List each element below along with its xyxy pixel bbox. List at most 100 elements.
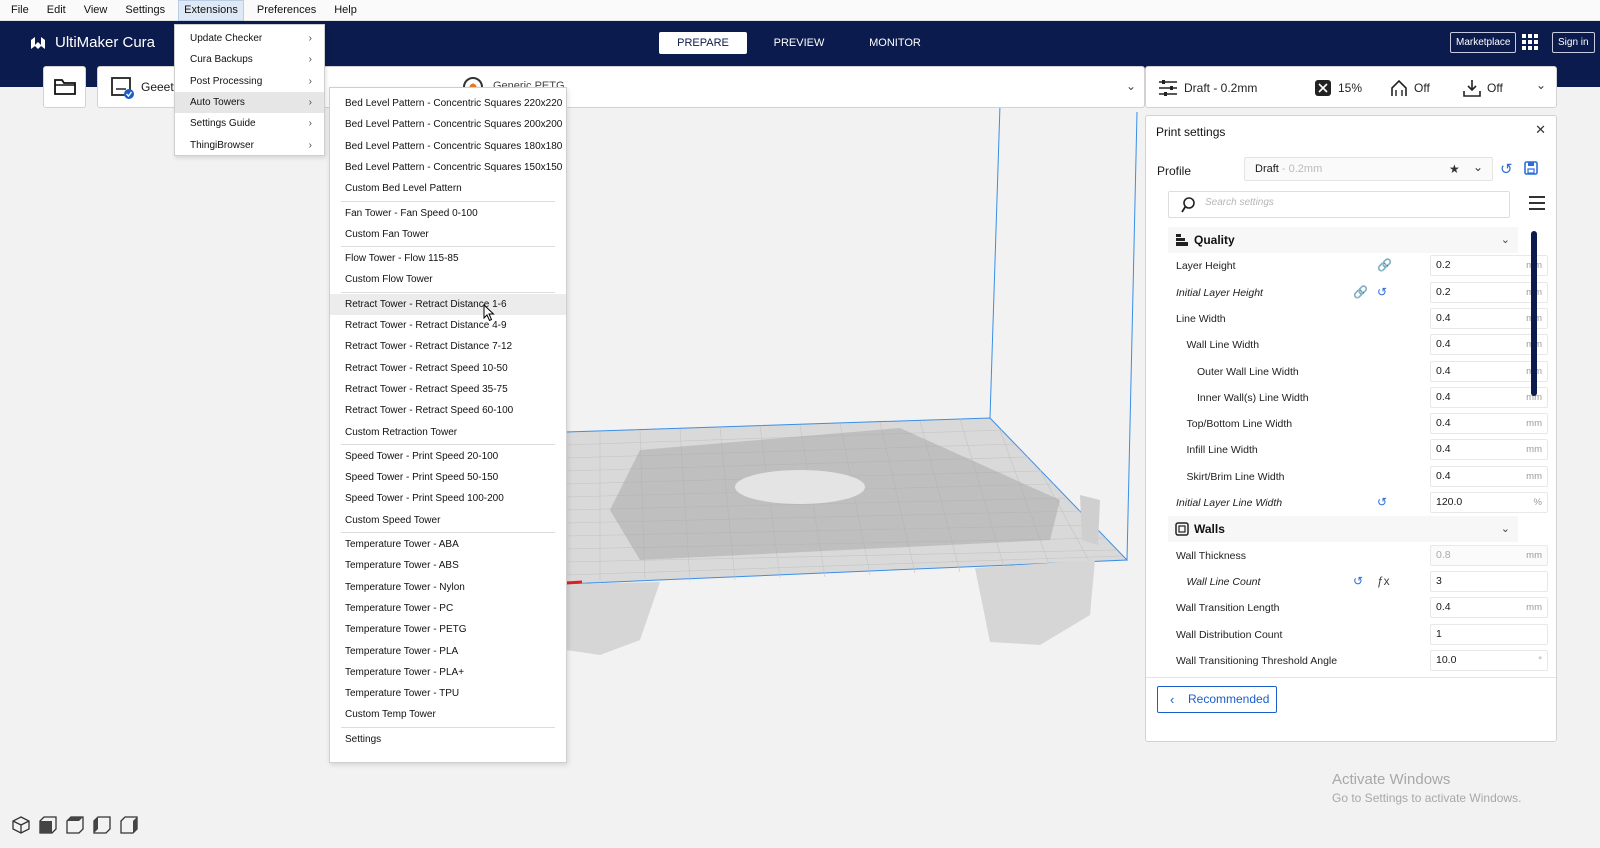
menu-view[interactable]: View [79,0,113,21]
search-settings-input[interactable] [1205,197,1485,208]
reset-icon[interactable]: ↺ [1377,495,1387,509]
chevron-down-icon[interactable]: ⌄ [1501,233,1510,246]
view-front-icon[interactable] [39,816,57,834]
sign-in-button[interactable]: Sign in [1552,32,1595,53]
auto-towers-menu-item[interactable]: Speed Tower - Print Speed 20-100 [330,446,566,467]
tab-monitor[interactable]: MONITOR [851,32,939,54]
apps-grid-icon[interactable] [1522,34,1538,50]
tab-preview[interactable]: PREVIEW [755,32,843,54]
auto-towers-menu-item[interactable]: Temperature Tower - PC [330,598,566,619]
view-top-icon[interactable] [66,816,84,834]
view-right-icon[interactable] [120,816,138,834]
auto-towers-menu-item[interactable]: Temperature Tower - ABA [330,534,566,555]
menu-extensions[interactable]: Extensions [178,0,244,21]
menu-help[interactable]: Help [329,0,362,21]
settings-visibility-menu-icon[interactable] [1529,196,1545,210]
print-setup-summary[interactable]: Draft - 0.2mm 15% Off Off ⌄ [1145,66,1557,108]
chevron-down-icon[interactable]: ⌄ [1501,522,1510,535]
auto-towers-menu-item[interactable]: Custom Retraction Tower [330,422,566,443]
setting-value-input[interactable]: 0.4 mm [1430,439,1548,461]
auto-towers-menu-item[interactable]: Temperature Tower - ABS [330,555,566,576]
auto-towers-menu-item[interactable]: Temperature Tower - PETG [330,619,566,640]
auto-towers-menu-item[interactable]: Temperature Tower - TPU [330,683,566,704]
support-value: Off [1414,81,1430,95]
profile-dropdown[interactable]: Draft - 0.2mm ★ ⌄ [1244,157,1493,181]
function-icon[interactable]: ƒx [1377,574,1390,588]
auto-towers-menu-item[interactable]: Custom Temp Tower [330,704,566,725]
setting-value-input[interactable]: 0.8 mm [1430,544,1548,566]
extensions-menu-item[interactable]: Settings Guide › [175,113,324,134]
auto-towers-menu-item[interactable]: Fan Tower - Fan Speed 0-100 [330,203,566,224]
auto-towers-menu-item[interactable]: Bed Level Pattern - Concentric Squares 1… [330,157,566,178]
setting-value-input[interactable]: 120.0% [1430,492,1548,513]
setting-row: Initial Layer Line Width ↺ 120.0% [1168,490,1548,516]
category-quality[interactable]: Quality ⌄ [1168,227,1518,253]
setting-value-input[interactable]: 10.0 ° [1430,649,1548,671]
extensions-menu-item[interactable]: ThingiBrowser › [175,135,324,156]
auto-towers-menu-item[interactable]: Retract Tower - Retract Speed 35-75 [330,379,566,400]
setting-value-input[interactable]: 0.4 mm [1430,597,1548,619]
auto-towers-menu-item[interactable]: Temperature Tower - PLA+ [330,662,566,683]
view-left-icon[interactable] [93,816,111,834]
settings-scrollbar[interactable] [1531,231,1537,396]
reset-icon[interactable]: ↺ [1353,574,1363,588]
reset-icon[interactable]: ↺ [1377,285,1387,299]
link-icon[interactable]: 🔗 [1353,285,1368,299]
reset-profile-icon[interactable]: ↺ [1500,160,1513,178]
auto-towers-menu-item[interactable]: Custom Fan Tower [330,224,566,245]
setting-unit: mm [1526,602,1542,614]
auto-towers-menu-item[interactable]: Custom Speed Tower [330,510,566,531]
auto-towers-menu-item[interactable]: Retract Tower - Retract Distance 4-9 [330,315,566,336]
extensions-menu-item[interactable]: Auto Towers › [175,91,324,113]
auto-towers-menu-item[interactable]: Flow Tower - Flow 115-85 [330,248,566,269]
setting-value-input[interactable]: 0.4 mm [1430,465,1548,487]
auto-towers-menu-item[interactable]: Temperature Tower - PLA [330,641,566,662]
setting-value-input[interactable]: 3 [1430,570,1548,592]
auto-towers-menu-item[interactable]: Bed Level Pattern - Concentric Squares 2… [330,93,566,114]
tab-prepare[interactable]: PREPARE [659,32,747,54]
auto-towers-menu-item[interactable]: Settings [330,729,566,750]
auto-towers-menu-item[interactable]: Speed Tower - Print Speed 100-200 [330,488,566,509]
star-icon[interactable]: ★ [1449,158,1460,180]
auto-towers-menu-item[interactable]: Bed Level Pattern - Concentric Squares 2… [330,114,566,135]
setting-value: 0.2 [1436,285,1451,298]
open-file-button[interactable] [43,66,86,108]
menu-file[interactable]: File [6,0,34,21]
setting-value-input[interactable]: 1 [1430,623,1548,645]
material-chevron-down-icon[interactable]: ⌄ [1126,79,1136,93]
app-name: UltiMaker Cura [55,34,156,51]
auto-towers-menu-item[interactable]: Retract Tower - Retract Distance 7-12 [330,336,566,357]
recommended-button[interactable]: ‹ Recommended [1157,686,1277,713]
view-3d-icon[interactable] [12,816,30,834]
close-icon[interactable]: ✕ [1535,122,1546,138]
setting-label: Initial Layer Height [1176,286,1263,299]
menu-separator [341,291,555,293]
auto-towers-menu-item[interactable]: Bed Level Pattern - Concentric Squares 1… [330,136,566,157]
setting-label: Inner Wall(s) Line Width [1197,391,1309,404]
auto-towers-menu-item[interactable]: Speed Tower - Print Speed 50-150 [330,467,566,488]
auto-towers-menu-item[interactable]: Retract Tower - Retract Distance 1-6 [330,293,566,315]
model-part [1080,495,1100,545]
category-walls[interactable]: Walls ⌄ [1168,516,1518,543]
menu-edit[interactable]: Edit [42,0,71,21]
auto-towers-menu-item[interactable]: Retract Tower - Retract Speed 60-100 [330,400,566,421]
auto-towers-menu-item[interactable]: Retract Tower - Retract Speed 10-50 [330,358,566,379]
marketplace-button[interactable]: Marketplace [1450,32,1517,53]
setting-label: Wall Distribution Count [1176,628,1283,641]
extensions-menu-item[interactable]: Post Processing › [175,71,324,92]
auto-towers-menu-item[interactable]: Custom Flow Tower [330,269,566,290]
auto-towers-menu-item[interactable]: Custom Bed Level Pattern [330,178,566,199]
chevron-down-icon[interactable]: ⌄ [1473,156,1483,178]
submenu-arrow-icon: › [308,118,312,130]
extensions-menu-item[interactable]: Cura Backups › [175,49,324,70]
print-setup-chevron-down-icon[interactable]: ⌄ [1536,78,1546,92]
profile-name: Draft [1255,163,1279,175]
auto-towers-menu-item[interactable]: Temperature Tower - Nylon [330,577,566,598]
setting-value-input[interactable]: 0.4 mm [1430,413,1548,435]
link-icon[interactable]: 🔗 [1377,258,1392,272]
save-profile-icon[interactable] [1524,161,1538,178]
recommended-label: Recommended [1188,692,1270,706]
menu-settings[interactable]: Settings [120,0,170,21]
menu-preferences[interactable]: Preferences [252,0,321,21]
extensions-menu-item[interactable]: Update Checker › [175,28,324,49]
